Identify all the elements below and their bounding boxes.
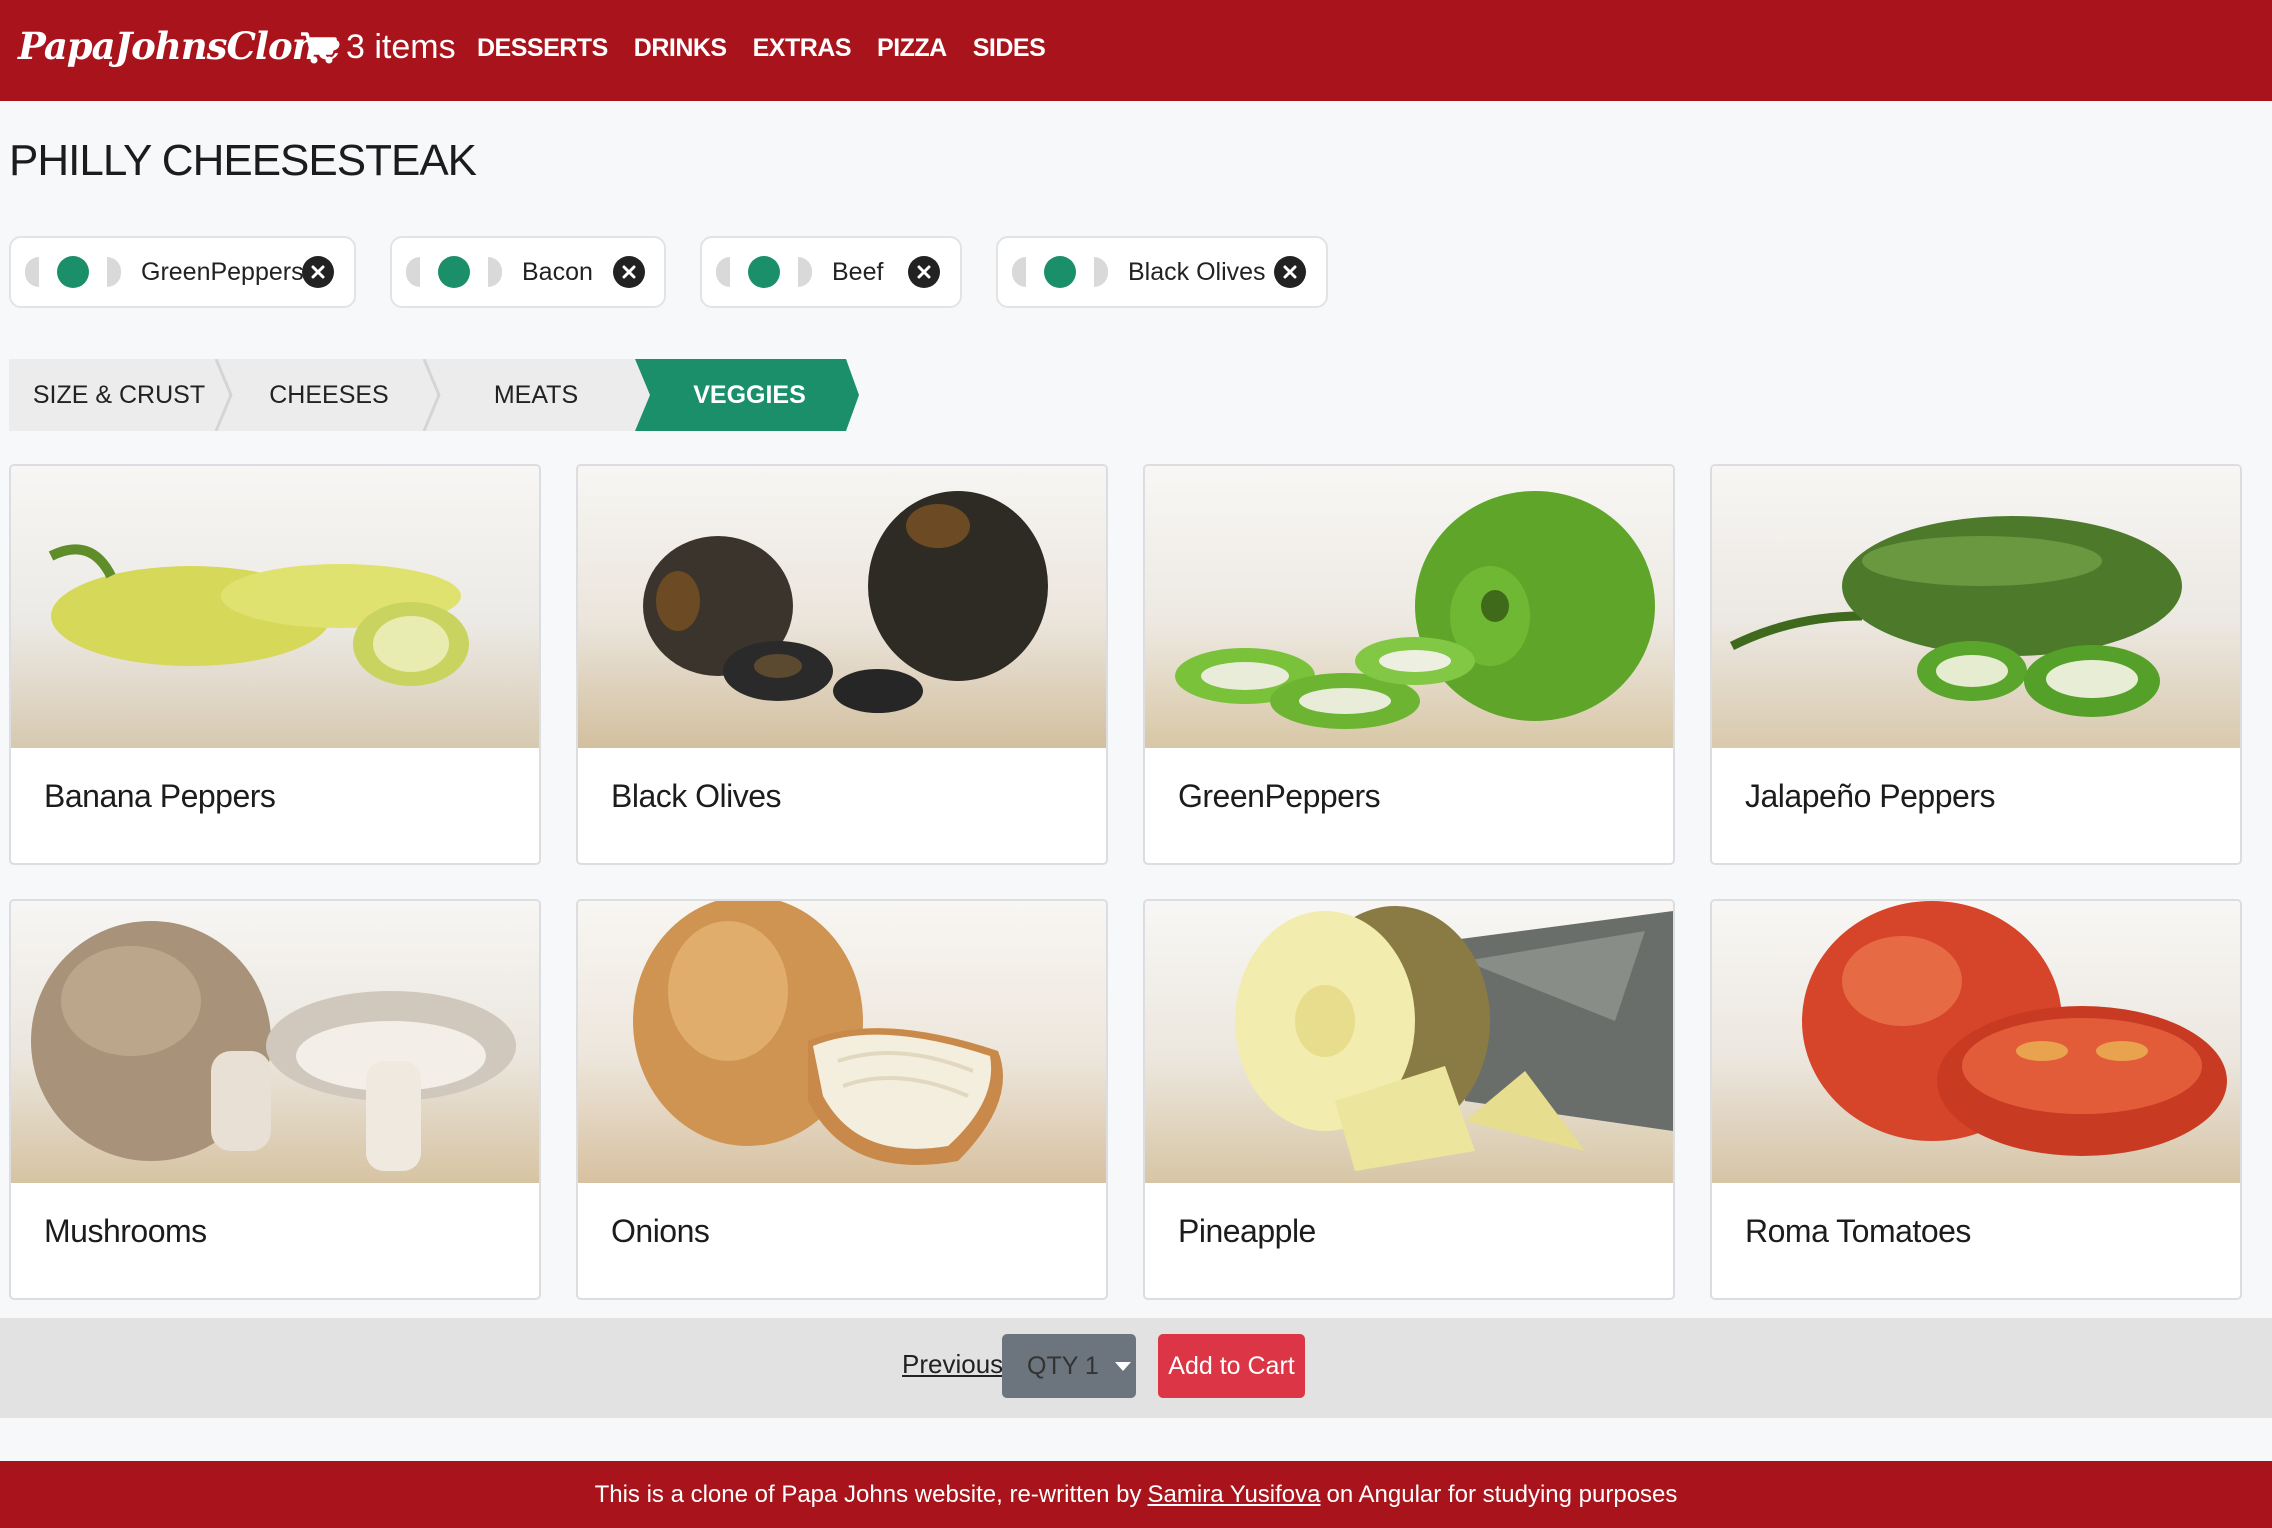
order-action-bar — [0, 1318, 2272, 1418]
nav-link-extras[interactable]: EXTRAS — [753, 34, 852, 63]
caret-down-icon — [1114, 1361, 1131, 1371]
onion-image — [578, 901, 1106, 1183]
veggie-card-mushrooms[interactable]: Mushrooms — [9, 899, 541, 1300]
jalapeno-image — [1712, 466, 2240, 748]
veggie-card-name: Banana Peppers — [44, 778, 276, 814]
right-half-toggle[interactable] — [798, 257, 812, 287]
previous-link[interactable]: Previous — [902, 1349, 1003, 1380]
step-veggies[interactable]: VEGGIES — [642, 359, 857, 431]
page-title: PHILLY CHEESESTEAK — [9, 136, 477, 185]
left-half-toggle[interactable] — [25, 257, 39, 287]
topping-chip-label: Black Olives — [1128, 257, 1266, 286]
cart-count: 3 items — [346, 28, 456, 66]
quantity-dropdown[interactable]: QTY 1 — [1002, 1334, 1136, 1398]
whole-toggle[interactable] — [57, 256, 89, 288]
step-meats[interactable]: MEATS — [431, 359, 641, 431]
veggie-card-black-olives[interactable]: Black Olives — [576, 464, 1108, 865]
topping-chip-greenpeppers: GreenPeppers — [9, 236, 356, 308]
remove-topping-icon[interactable] — [908, 256, 940, 288]
right-half-toggle[interactable] — [488, 257, 502, 287]
footer: This is a clone of Papa Johns website, r… — [0, 1461, 2272, 1528]
brand-logo[interactable]: PapaJohnsClone — [18, 24, 341, 68]
nav-link-pizza[interactable]: PIZZA — [877, 34, 947, 63]
veggie-card-name: Onions — [611, 1213, 710, 1249]
banana-pepper-image — [11, 466, 539, 748]
footer-text-before: This is a clone of Papa Johns website, r… — [594, 1480, 1142, 1508]
left-half-toggle[interactable] — [406, 257, 420, 287]
veggie-card-banana-peppers[interactable]: Banana Peppers — [9, 464, 541, 865]
step-cheeses[interactable]: CHEESES — [224, 359, 434, 431]
veggie-card-jalapeno-peppers[interactable]: Jalapeño Peppers — [1710, 464, 2242, 865]
topping-chip-label: GreenPeppers — [141, 257, 304, 286]
right-half-toggle[interactable] — [1094, 257, 1108, 287]
veggie-card-roma-tomatoes[interactable]: Roma Tomatoes — [1710, 899, 2242, 1300]
quantity-label: QTY 1 — [1027, 1351, 1099, 1380]
veggie-card-name: Mushrooms — [44, 1213, 207, 1249]
veggie-card-greenpeppers[interactable]: GreenPeppers — [1143, 464, 1675, 865]
veggie-card-name: GreenPeppers — [1178, 778, 1381, 814]
veggie-card-name: Black Olives — [611, 778, 782, 814]
step-size-crust[interactable]: SIZE & CRUST — [9, 359, 229, 431]
veggie-card-onions[interactable]: Onions — [576, 899, 1108, 1300]
veggie-card-name: Jalapeño Peppers — [1745, 778, 1995, 814]
pineapple-image — [1145, 901, 1673, 1183]
footer-text-after: on Angular for studying purposes — [1326, 1480, 1678, 1508]
topping-chip-beef: Beef — [700, 236, 962, 308]
remove-topping-icon[interactable] — [1274, 256, 1306, 288]
tomato-image — [1712, 901, 2240, 1183]
nav-links: DESSERTS DRINKS EXTRAS PIZZA SIDES — [477, 34, 1071, 63]
right-half-toggle[interactable] — [107, 257, 121, 287]
cart-link[interactable]: 3 items — [300, 28, 456, 67]
nav-link-sides[interactable]: SIDES — [973, 34, 1046, 63]
topping-chip-black-olives: Black Olives — [996, 236, 1328, 308]
whole-toggle[interactable] — [438, 256, 470, 288]
topping-chip-bacon: Bacon — [390, 236, 666, 308]
left-half-toggle[interactable] — [1012, 257, 1026, 287]
nav-link-drinks[interactable]: DRINKS — [634, 34, 727, 63]
cart-icon — [301, 31, 337, 63]
add-to-cart-button[interactable]: Add to Cart — [1158, 1334, 1305, 1398]
topping-chip-label: Beef — [832, 257, 884, 286]
black-olives-image — [578, 466, 1106, 748]
remove-topping-icon[interactable] — [613, 256, 645, 288]
green-pepper-image — [1145, 466, 1673, 748]
remove-topping-icon[interactable] — [302, 256, 334, 288]
mushroom-image — [11, 901, 539, 1183]
left-half-toggle[interactable] — [716, 257, 730, 287]
veggie-card-name: Roma Tomatoes — [1745, 1213, 1971, 1249]
topping-chip-label: Bacon — [522, 257, 593, 286]
author-link[interactable]: Samira Yusifova — [1148, 1481, 1321, 1509]
nav-link-desserts[interactable]: DESSERTS — [477, 34, 608, 63]
veggie-card-name: Pineapple — [1178, 1213, 1316, 1249]
whole-toggle[interactable] — [748, 256, 780, 288]
veggie-card-pineapple[interactable]: Pineapple — [1143, 899, 1675, 1300]
top-navbar: PapaJohnsClone 3 items DESSERTS DRINKS E… — [0, 0, 2272, 101]
whole-toggle[interactable] — [1044, 256, 1076, 288]
